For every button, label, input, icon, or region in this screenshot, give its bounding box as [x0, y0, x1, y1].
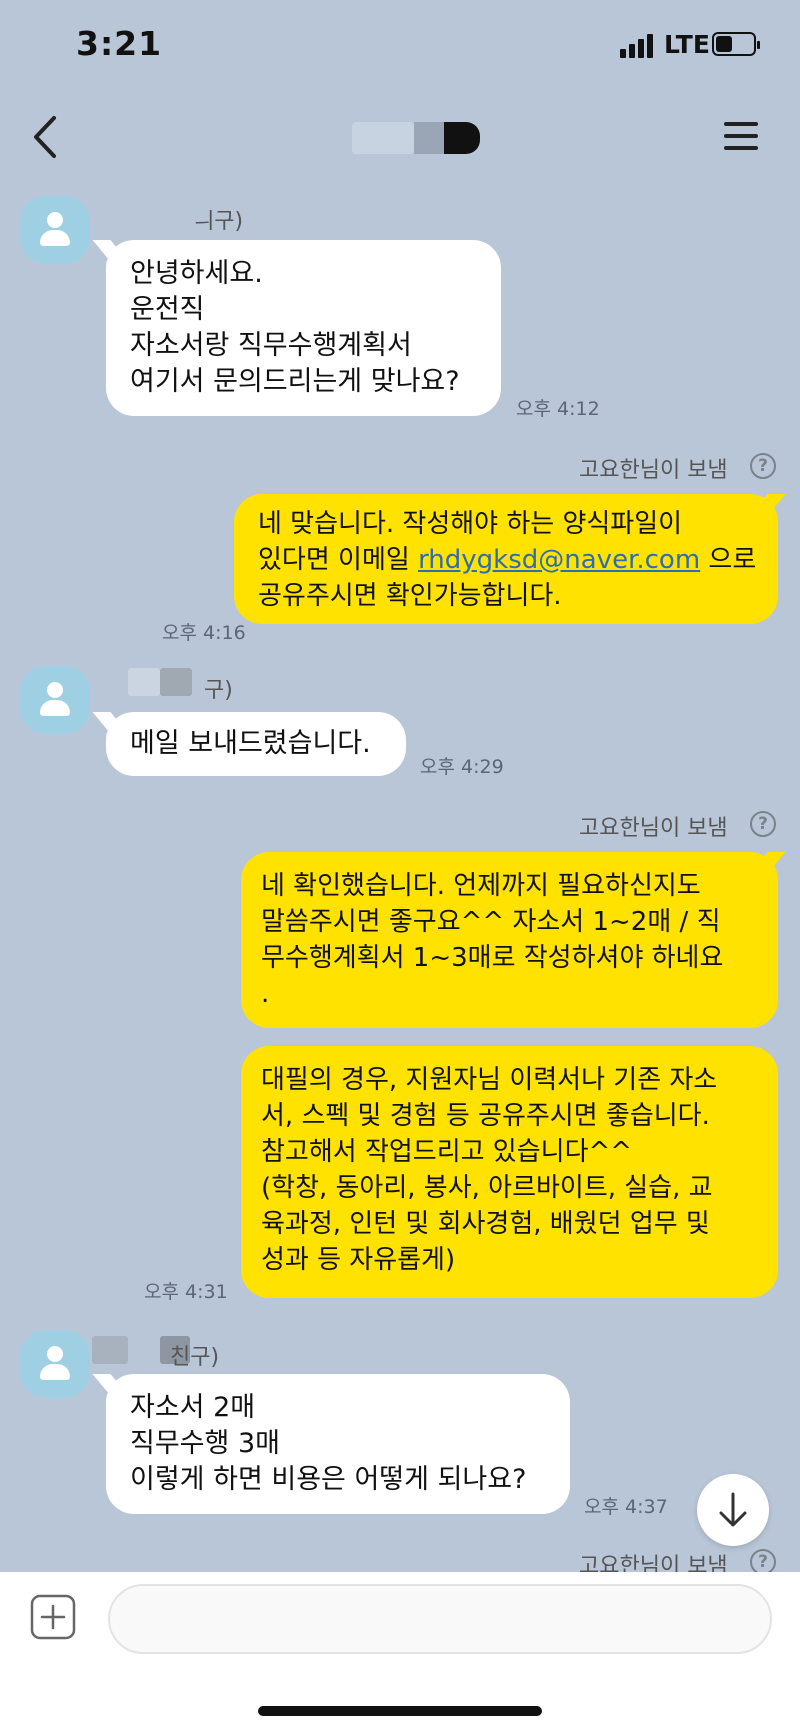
message-line: 여기서 문의드리는게 맞나요? [130, 366, 460, 397]
message-bubble-incoming[interactable]: 자소서 2매 직무수행 3매 이렇게 하면 비용은 어떻게 되나요? [106, 1374, 570, 1514]
network-label: LTE [664, 30, 710, 59]
message-line: . [261, 979, 270, 1009]
message-line: 메일 보내드렸습니다. [130, 728, 371, 759]
battery-icon [712, 32, 760, 56]
message-bubble-outgoing[interactable]: 네 맞습니다. 작성해야 하는 양식파일이 있다면 이메일 rhdygksd@n… [234, 494, 778, 624]
signal-bars-icon [620, 34, 656, 58]
message-line: 있다면 이메일 rhdygksd@naver.com 으로 [258, 545, 757, 575]
sender-name-redacted [92, 1336, 128, 1364]
avatar[interactable] [20, 1330, 90, 1398]
sender-name-fragment: 구) [204, 678, 233, 703]
message-line: 공유주시면 확인가능합니다. [258, 581, 562, 611]
chevron-left-icon [34, 116, 56, 158]
plus-square-icon [30, 1594, 76, 1640]
status-bar: 3:21 LTE [0, 0, 800, 90]
arrow-down-icon [719, 1492, 747, 1527]
message-line: 직무수행 3매 [130, 1428, 280, 1459]
message-time: 오후 4:29 [420, 756, 504, 778]
message-line: 네 확인했습니다. 언제까지 필요하신지도 [261, 871, 701, 901]
attach-button[interactable] [30, 1594, 76, 1640]
help-icon[interactable]: ? [750, 811, 776, 837]
menu-button[interactable] [722, 118, 762, 158]
status-time: 3:21 [76, 24, 163, 63]
message-line: 참고해서 작업드리고 있습니다^^ [261, 1137, 633, 1167]
message-time: 오후 4:16 [162, 622, 246, 644]
message-line: 말씀주시면 좋구요^^ 자소서 1~2매 / 직 [261, 907, 721, 937]
message-bubble-outgoing[interactable]: 네 확인했습니다. 언제까지 필요하신지도 말씀주시면 좋구요^^ 자소서 1~… [241, 852, 778, 1028]
message-bubble-outgoing[interactable]: 대필의 경우, 지원자님 이력서나 기존 자소 서, 스펙 및 경험 등 공유주… [241, 1046, 778, 1298]
hamburger-menu-icon [724, 122, 758, 126]
sender-name-fragment: 친구) [170, 1345, 220, 1370]
message-line: 무수행계획서 1~3매로 작성하셔야 하네요 [261, 943, 724, 973]
message-line: (학창, 동아리, 봉사, 아르바이트, 실습, 교 [261, 1173, 713, 1203]
message-input[interactable] [108, 1584, 772, 1654]
message-bubble-incoming[interactable]: 안녕하세요. 운전직 자소서랑 직무수행계획서 여기서 문의드리는게 맞나요? [106, 240, 501, 416]
message-line: 서, 스펙 및 경험 등 공유주시면 좋습니다. [261, 1101, 710, 1131]
message-time: 오후 4:31 [144, 1281, 228, 1303]
message-line: 대필의 경우, 지원자님 이력서나 기존 자소 [261, 1065, 718, 1095]
chat-title-redacted [352, 122, 480, 154]
message-time: 오후 4:37 [584, 1496, 668, 1518]
scroll-to-bottom-button[interactable] [697, 1474, 769, 1546]
message-line: 운전직 [130, 294, 205, 325]
message-line: 이렇게 하면 비용은 어떻게 되나요? [130, 1464, 527, 1495]
home-indicator [258, 1706, 542, 1716]
avatar[interactable] [20, 196, 90, 264]
back-button[interactable] [24, 112, 74, 162]
avatar[interactable] [20, 666, 90, 734]
message-line: 성과 등 자유롭게) [261, 1245, 456, 1275]
message-line: 자소서랑 직무수행계획서 [130, 330, 412, 361]
composer-bar [0, 1572, 800, 1732]
sender-name-redacted [128, 668, 160, 696]
sent-by-label: 고요한님이 보냄 [579, 458, 728, 483]
message-line: 자소서 2매 [130, 1392, 256, 1423]
sender-name-fragment: ㅢ구) [194, 209, 244, 234]
sent-by-label: 고요한님이 보냄 [579, 816, 728, 841]
sender-name-redacted [160, 668, 192, 696]
message-line: 네 맞습니다. 작성해야 하는 양식파일이 [258, 509, 683, 539]
message-line: 안녕하세요. [130, 258, 263, 289]
message-time: 오후 4:12 [516, 398, 600, 420]
message-bubble-incoming[interactable]: 메일 보내드렸습니다. [106, 712, 406, 776]
message-line: 육과정, 인턴 및 회사경험, 배웠던 업무 및 [261, 1209, 710, 1239]
email-link[interactable]: rhdygksd@naver.com [418, 545, 700, 575]
help-icon[interactable]: ? [750, 453, 776, 479]
